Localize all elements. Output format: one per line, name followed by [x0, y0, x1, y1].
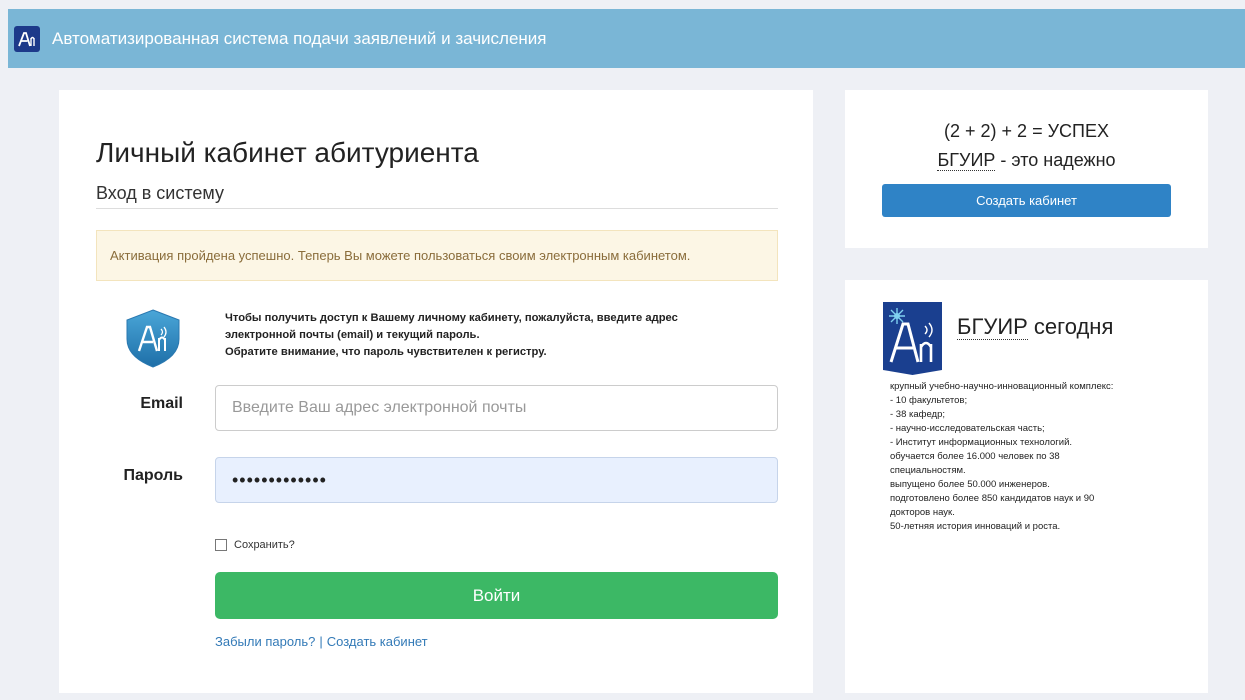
promo-panel: (2 + 2) + 2 = УСПЕХ БГУИР - это надежно … [845, 90, 1208, 248]
fact-line: докторов наук. [890, 507, 955, 518]
forgot-password-link[interactable]: Забыли пароль? [215, 634, 315, 649]
info-heading: БГУИР сегодня [957, 314, 1113, 340]
fact-line: - 10 факультетов; [890, 395, 968, 406]
university-abbr: БГУИР [957, 314, 1028, 340]
fact-line: выпущено более 50.000 инженеров. [890, 479, 1050, 490]
alert-text: Активация пройдена успешно. Теперь Вы мо… [110, 248, 691, 263]
create-account-button[interactable]: Создать кабинет [882, 184, 1171, 217]
fact-line: - Институт информационных технологий. [890, 437, 1073, 448]
fact-line: специальностям. [890, 465, 966, 476]
university-info-panel: БГУИР сегодня крупный учебно-научно-инно… [845, 280, 1208, 693]
remember-label: Сохранить? [234, 539, 295, 551]
fact-line: 50-летняя история инноваций и роста. [890, 521, 1061, 532]
top-header-bar: Автоматизированная система подачи заявле… [8, 9, 1245, 68]
university-abbr: БГУИР [937, 150, 996, 171]
login-button[interactable]: Войти [215, 572, 778, 619]
auth-links: Забыли пароль? | Создать кабинет [215, 634, 428, 649]
promo-tagline-text: - это надежно [995, 150, 1116, 170]
app-title: Автоматизированная система подачи заявле… [52, 28, 547, 48]
checkbox-icon[interactable] [215, 539, 227, 551]
login-subtitle: Вход в систему [96, 183, 224, 203]
instructions-line: электронной почты (email) и текущий паро… [225, 329, 480, 341]
password-label: Пароль [123, 467, 183, 484]
fact-line: крупный учебно-научно-инновационный комп… [890, 381, 1114, 392]
login-instructions: Чтобы получить доступ к Вашему личному к… [225, 310, 745, 361]
password-value: ••••••••••••• [232, 469, 327, 490]
promo-slogan: (2 + 2) + 2 = УСПЕХ [944, 121, 1109, 141]
fact-line: обучается более 16.000 человек по 38 [890, 451, 1060, 462]
login-panel: Личный кабинет абитуриента Вход в систем… [59, 90, 813, 693]
password-input[interactable]: ••••••••••••• [215, 457, 778, 503]
university-logo-icon[interactable] [14, 25, 40, 52]
university-emblem-icon [883, 302, 942, 375]
info-heading-text: сегодня [1027, 314, 1114, 339]
university-facts: крупный учебно-научно-инновационный комп… [890, 380, 1180, 534]
link-separator: | [319, 634, 323, 649]
promo-tagline: БГУИР - это надежно [845, 150, 1208, 171]
fact-line: - 38 кафедр; [890, 409, 946, 420]
remember-me-checkbox[interactable]: Сохранить? [215, 539, 295, 551]
instructions-line: Чтобы получить доступ к Вашему личному к… [225, 312, 678, 324]
email-label: Email [140, 395, 183, 412]
create-account-link[interactable]: Создать кабинет [327, 634, 428, 649]
email-input[interactable] [215, 385, 778, 431]
fact-line: подготовлено более 850 кандидатов наук и… [890, 493, 1095, 504]
shield-logo-icon [122, 307, 184, 369]
instructions-line: Обратите внимание, что пароль чувствител… [225, 346, 547, 358]
divider [96, 208, 778, 209]
fact-line: - научно-исследовательская часть; [890, 423, 1045, 434]
page-title: Личный кабинет абитуриента [96, 137, 479, 168]
activation-success-alert: Активация пройдена успешно. Теперь Вы мо… [96, 230, 778, 281]
